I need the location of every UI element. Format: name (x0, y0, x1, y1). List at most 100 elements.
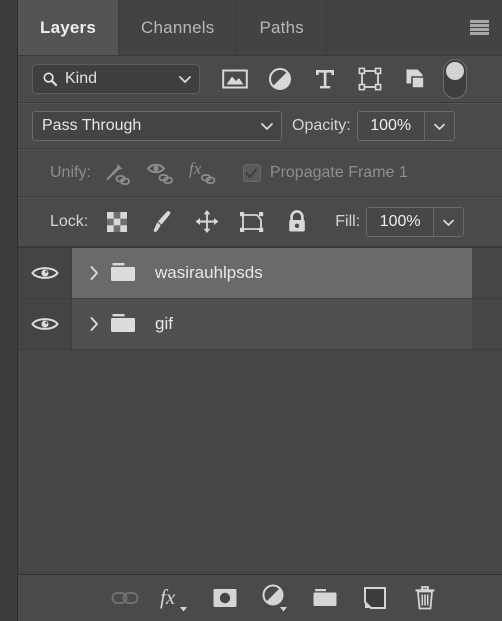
layer-name[interactable]: wasirauhlpsds (155, 263, 263, 283)
layer-mask-icon (212, 587, 238, 609)
filter-kind-select[interactable]: Kind (32, 64, 200, 94)
chevron-down-icon (442, 218, 455, 227)
image-icon (221, 68, 248, 90)
type-layers-filter[interactable] (302, 62, 347, 96)
tab-paths[interactable]: Paths (237, 0, 327, 55)
opacity-value[interactable]: 100% (357, 112, 424, 140)
search-icon (42, 71, 58, 87)
eye-icon (30, 264, 59, 282)
fill-field[interactable]: 100% (366, 207, 465, 237)
panel-menu-button[interactable] (456, 0, 502, 55)
move-arrows-icon (194, 209, 220, 235)
text-t-icon (314, 67, 336, 91)
add-layer-mask-button[interactable] (208, 581, 242, 615)
brush-icon (150, 209, 174, 235)
shape-handles-icon (358, 67, 382, 91)
chevron-right-icon (89, 265, 99, 281)
delete-layer-button[interactable] (408, 581, 442, 615)
pixel-layers-filter[interactable] (212, 62, 257, 96)
opacity-label: Opacity: (292, 117, 351, 134)
new-group-button[interactable] (308, 581, 342, 615)
lock-row: Lock: Fill: 100% (18, 197, 502, 247)
shape-layers-filter[interactable] (347, 62, 392, 96)
smart-object-icon (403, 67, 427, 91)
unify-position-icon[interactable] (95, 156, 139, 190)
chevron-right-icon (89, 316, 99, 332)
new-layer-button[interactable] (358, 581, 392, 615)
layer-row[interactable]: wasirauhlpsds (18, 248, 502, 299)
layer-name[interactable]: gif (155, 314, 173, 334)
opacity-field[interactable]: 100% (356, 111, 455, 141)
layer-disclosure-toggle[interactable] (84, 316, 104, 332)
artboard-icon (239, 210, 265, 234)
eye-link-icon (146, 159, 176, 187)
unify-row: Unify: fx Propagate Frame 1 (18, 149, 502, 197)
fx-link-icon: fx (189, 159, 221, 187)
tab-channels-label: Channels (141, 17, 215, 37)
layers-bottom-toolbar: fx (18, 574, 502, 621)
filter-enable-toggle[interactable] (443, 59, 467, 99)
layer-row[interactable]: gif (18, 299, 502, 350)
layer-visibility-toggle[interactable] (18, 299, 72, 349)
chevron-down-icon (178, 74, 192, 84)
new-adjustment-layer-button[interactable] (258, 581, 292, 615)
layer-disclosure-toggle[interactable] (84, 265, 104, 281)
filter-kind-label: Kind (65, 70, 98, 87)
fill-label: Fill: (335, 213, 361, 230)
filter-type-icons (212, 62, 437, 96)
tab-bar-spacer (326, 0, 456, 55)
panel-left-gutter (0, 0, 18, 621)
half-circle-icon (268, 67, 292, 91)
unify-style-icon[interactable]: fx (183, 156, 227, 190)
eye-icon (30, 315, 59, 333)
link-icon (111, 589, 139, 607)
layer-visibility-toggle[interactable] (18, 248, 72, 298)
chevron-down-icon (260, 121, 274, 131)
lock-image-pixels[interactable] (139, 205, 184, 239)
svg-text:fx: fx (160, 585, 176, 609)
photoshop-layers-panel: Layers Channels Paths Kind Pass Through … (0, 0, 502, 621)
lock-position[interactable] (184, 205, 229, 239)
layer-styles-button[interactable]: fx (158, 581, 192, 615)
fx-icon: fx (159, 583, 191, 613)
blend-mode-row: Pass Through Opacity: 100% (18, 103, 502, 149)
propagate-frame-checkbox[interactable] (242, 164, 261, 182)
layers-panel: Layers Channels Paths Kind Pass Through … (18, 0, 502, 621)
padlock-icon (286, 209, 308, 235)
lock-label: Lock: (50, 213, 89, 230)
layer-filter-row: Kind (18, 55, 502, 103)
fill-value[interactable]: 100% (367, 208, 434, 236)
tab-layers[interactable]: Layers (18, 0, 120, 55)
propagate-frame-checkbox-wrap[interactable]: Propagate Frame 1 (242, 164, 408, 182)
lock-transparent-pixels[interactable] (94, 205, 139, 239)
half-circle-icon (260, 583, 290, 613)
checkerboard-icon (105, 210, 129, 234)
adjustment-layers-filter[interactable] (257, 62, 302, 96)
layer-content[interactable]: gif (72, 299, 472, 349)
layer-list[interactable]: wasirauhlpsds gif (18, 247, 502, 574)
layer-content[interactable]: wasirauhlpsds (72, 248, 472, 298)
tab-layers-label: Layers (40, 17, 97, 37)
toggle-knob (446, 62, 464, 80)
tab-paths-label: Paths (259, 17, 304, 37)
unify-label: Unify: (50, 164, 91, 181)
fill-slider-button[interactable] (433, 208, 464, 236)
tab-channels[interactable]: Channels (119, 0, 238, 55)
svg-text:fx: fx (189, 159, 202, 178)
blend-mode-select[interactable]: Pass Through (32, 111, 282, 141)
pin-link-icon (102, 159, 132, 187)
folder-icon (311, 586, 339, 610)
smart-object-filter[interactable] (392, 62, 437, 96)
trash-icon (413, 585, 437, 611)
chevron-down-icon (433, 122, 446, 131)
hamburger-menu-icon (469, 20, 489, 35)
checkmark-icon (245, 168, 258, 179)
unify-visibility-icon[interactable] (139, 156, 183, 190)
panel-tab-bar: Layers Channels Paths (18, 0, 502, 55)
lock-artboard-nesting[interactable] (229, 205, 274, 239)
opacity-slider-button[interactable] (423, 112, 454, 140)
link-layers-button[interactable] (108, 581, 142, 615)
lock-all[interactable] (274, 205, 319, 239)
propagate-frame-label: Propagate Frame 1 (269, 164, 408, 181)
blend-mode-value: Pass Through (42, 117, 142, 134)
